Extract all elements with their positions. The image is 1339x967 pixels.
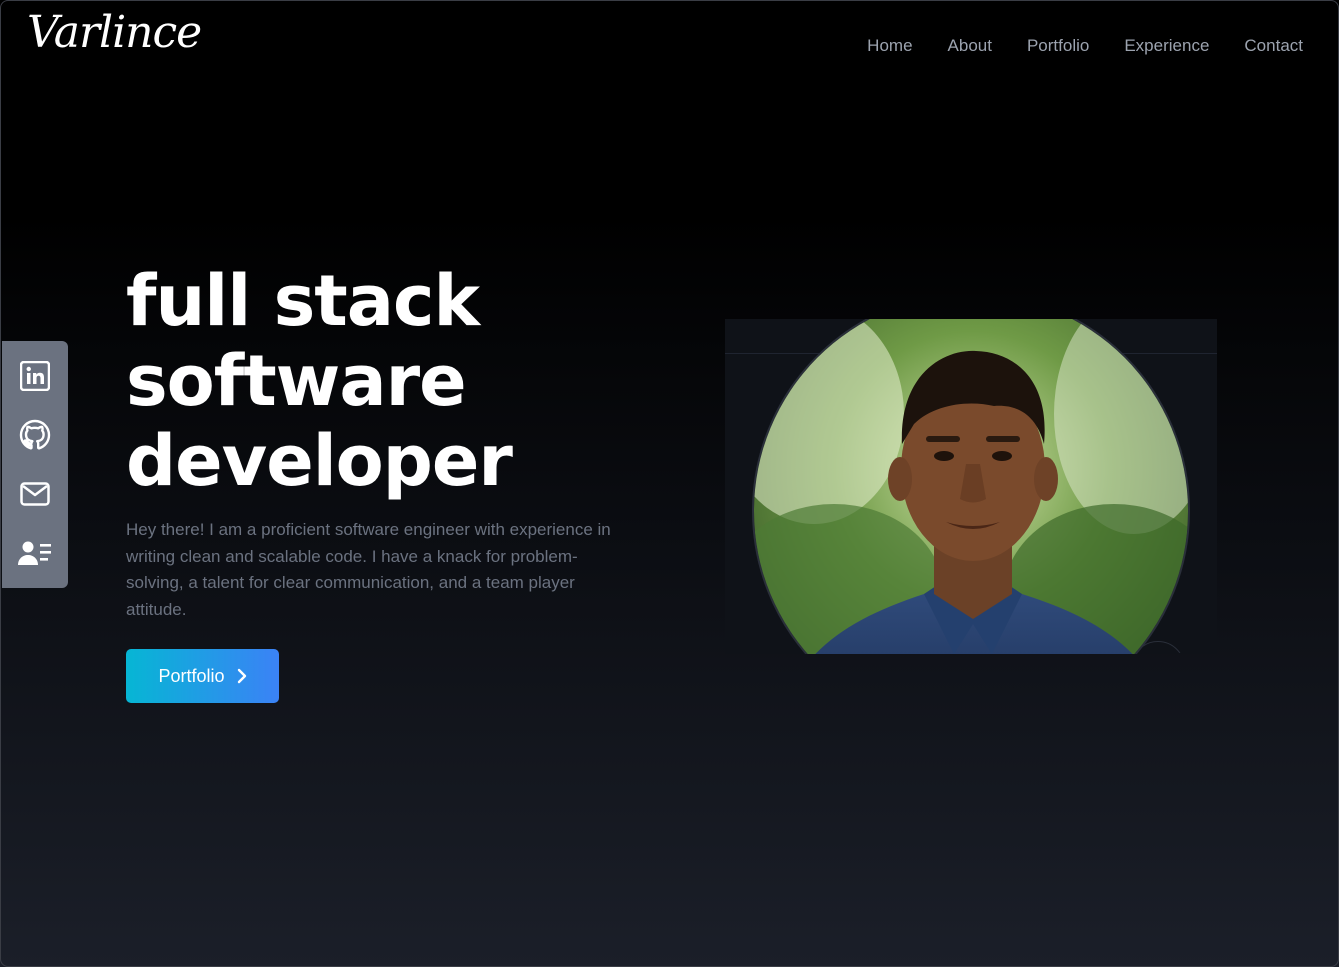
chevron-right-icon [237, 668, 246, 684]
profile-photo [752, 319, 1190, 654]
scroll-indicator[interactable] [1131, 641, 1185, 653]
portfolio-button[interactable]: Portfolio [126, 649, 279, 703]
nav-portfolio[interactable]: Portfolio [1027, 36, 1089, 56]
portfolio-button-label: Portfolio [158, 665, 225, 686]
site-logo[interactable]: Varlince [27, 7, 202, 58]
resume-icon[interactable] [18, 536, 52, 570]
linkedin-icon[interactable] [18, 359, 52, 393]
social-links-bar [2, 341, 68, 588]
hero-title: full stack software developer [126, 261, 646, 501]
profile-photo-frame [725, 319, 1217, 654]
main-nav: Home About Portfolio Experience Contact [867, 36, 1303, 56]
hero-intro: Hey there! I am a proficient software en… [126, 520, 611, 619]
nav-about[interactable]: About [948, 36, 992, 56]
nav-home[interactable]: Home [867, 36, 912, 56]
hero-title-line: software [126, 340, 467, 422]
nav-experience[interactable]: Experience [1124, 36, 1209, 56]
hero-title-line: full stack [126, 260, 480, 342]
github-icon[interactable] [18, 418, 52, 452]
mail-icon[interactable] [18, 477, 52, 511]
nav-contact[interactable]: Contact [1244, 36, 1303, 56]
hero-title-line: developer [126, 420, 513, 502]
